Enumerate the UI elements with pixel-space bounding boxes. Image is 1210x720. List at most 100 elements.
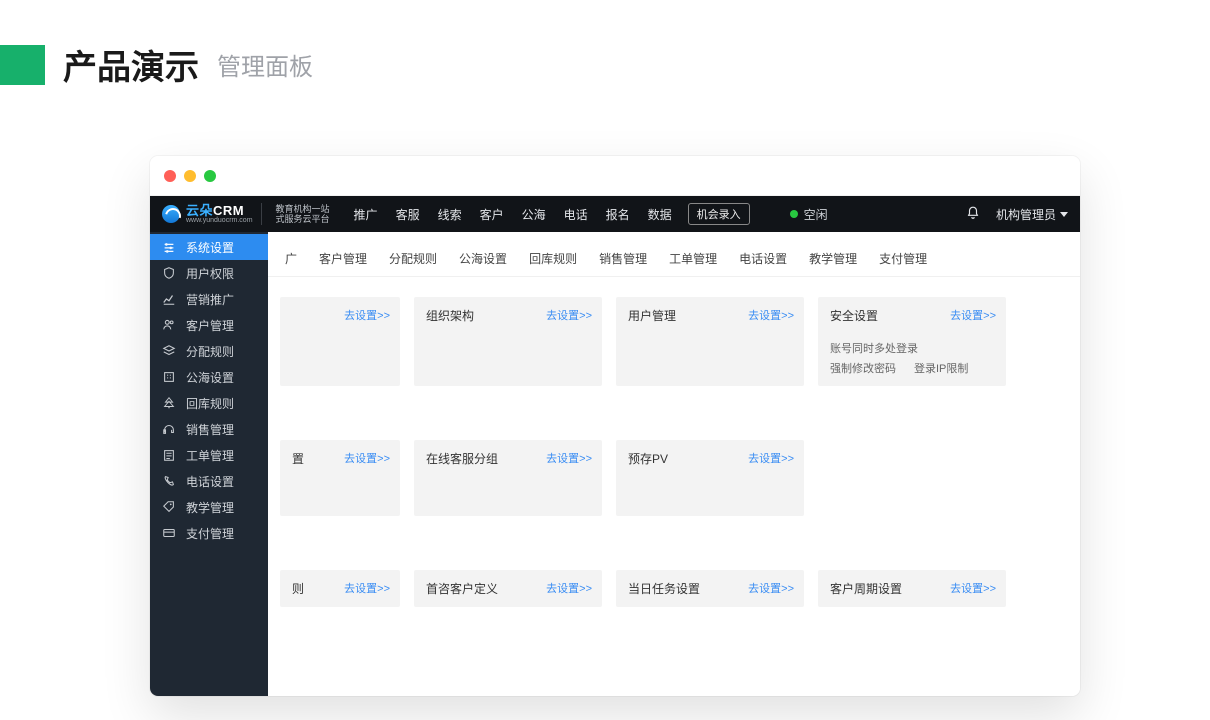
sub-tab[interactable]: 教学管理 bbox=[798, 243, 868, 277]
tag-icon bbox=[162, 500, 176, 514]
tree-icon bbox=[162, 396, 176, 410]
window-close-icon[interactable] bbox=[164, 170, 176, 182]
sidebar-item-label: 回库规则 bbox=[186, 395, 234, 412]
card-body-item: 强制修改密码 bbox=[830, 360, 896, 376]
settings-card: 当日任务设置去设置>> bbox=[616, 570, 804, 607]
brand-logo-icon bbox=[162, 205, 180, 223]
clipboard-icon bbox=[162, 448, 176, 462]
sidebar-item[interactable]: 系统设置 bbox=[150, 234, 268, 260]
sub-tab[interactable]: 分配规则 bbox=[378, 243, 448, 277]
top-menu-item[interactable]: 报名 bbox=[598, 202, 638, 227]
top-nav: 云朵CRM www.yunduocrm.com 教育机构一站 式服务云平台 推广… bbox=[150, 196, 1080, 232]
accent-block bbox=[0, 45, 45, 85]
settings-card: 预存PV去设置>> bbox=[616, 440, 804, 516]
card-row: 置去设置>>在线客服分组去设置>>预存PV去设置>> bbox=[280, 440, 1068, 516]
go-settings-link[interactable]: 去设置>> bbox=[748, 450, 794, 466]
top-menu-item[interactable]: 推广 bbox=[346, 202, 386, 227]
sub-tab[interactable]: 销售管理 bbox=[588, 243, 658, 277]
sidebar-item[interactable]: 教学管理 bbox=[150, 494, 268, 520]
sub-tab[interactable]: 电话设置 bbox=[728, 243, 798, 277]
sidebar-item[interactable]: 回库规则 bbox=[150, 390, 268, 416]
sidebar-item-label: 公海设置 bbox=[186, 369, 234, 386]
top-menu-item[interactable]: 线索 bbox=[430, 202, 470, 227]
card-body: 账号同时多处登录强制修改密码 登录IP限制 bbox=[830, 340, 994, 376]
settings-card: 组织架构去设置>> bbox=[414, 297, 602, 386]
sub-tab[interactable]: 公海设置 bbox=[448, 243, 518, 277]
sub-tab-partial[interactable]: 广 bbox=[280, 243, 308, 277]
sidebar-item[interactable]: 工单管理 bbox=[150, 442, 268, 468]
sidebar-item[interactable]: 电话设置 bbox=[150, 468, 268, 494]
settings-card: 客户周期设置去设置>> bbox=[818, 570, 1006, 607]
go-settings-link[interactable]: 去设置>> bbox=[546, 307, 592, 323]
go-settings-link[interactable]: 去设置>> bbox=[546, 450, 592, 466]
window-zoom-icon[interactable] bbox=[204, 170, 216, 182]
sidebar-item-label: 销售管理 bbox=[186, 421, 234, 438]
brand-tagline: 教育机构一站 式服务云平台 bbox=[276, 204, 330, 225]
go-settings-link[interactable]: 去设置>> bbox=[748, 580, 794, 596]
top-menu-item[interactable]: 电话 bbox=[556, 202, 596, 227]
go-settings-link[interactable]: 去设置>> bbox=[344, 580, 390, 596]
building-icon bbox=[162, 370, 176, 384]
main-content: 广客户管理分配规则公海设置回库规则销售管理工单管理电话设置教学管理支付管理 去设… bbox=[268, 232, 1080, 696]
sub-tab[interactable]: 客户管理 bbox=[308, 243, 378, 277]
sidebar-item-label: 分配规则 bbox=[186, 343, 234, 360]
sidebar-item[interactable]: 用户权限 bbox=[150, 260, 268, 286]
window-minimize-icon[interactable] bbox=[184, 170, 196, 182]
sidebar-item[interactable]: 客户管理 bbox=[150, 312, 268, 338]
sidebar-item[interactable]: 分配规则 bbox=[150, 338, 268, 364]
page-subtitle: 管理面板 bbox=[217, 47, 313, 82]
chart-up-icon bbox=[162, 292, 176, 306]
settings-card: 置去设置>> bbox=[280, 440, 400, 516]
headset-icon bbox=[162, 422, 176, 436]
sidebar-item[interactable]: 营销推广 bbox=[150, 286, 268, 312]
sidebar-item-label: 营销推广 bbox=[186, 291, 234, 308]
bell-icon[interactable] bbox=[966, 206, 980, 223]
phone-icon bbox=[162, 474, 176, 488]
sidebar-item-label: 用户权限 bbox=[186, 265, 234, 282]
go-settings-link[interactable]: 去设置>> bbox=[748, 307, 794, 323]
settings-card: 用户管理去设置>> bbox=[616, 297, 804, 386]
chevron-down-icon bbox=[1060, 212, 1068, 217]
sidebar-item[interactable]: 公海设置 bbox=[150, 364, 268, 390]
go-settings-link[interactable]: 去设置>> bbox=[546, 580, 592, 596]
page-title: 产品演示 bbox=[63, 40, 199, 89]
top-menu-item[interactable]: 公海 bbox=[514, 202, 554, 227]
sub-tab[interactable]: 回库规则 bbox=[518, 243, 588, 277]
go-settings-link[interactable]: 去设置>> bbox=[344, 450, 390, 466]
status-indicator: 空闲 bbox=[790, 206, 828, 223]
brand[interactable]: 云朵CRM www.yunduocrm.com 教育机构一站 式服务云平台 bbox=[162, 203, 330, 225]
sidebar-item[interactable]: 销售管理 bbox=[150, 416, 268, 442]
app-body: 系统设置用户权限营销推广客户管理分配规则公海设置回库规则销售管理工单管理电话设置… bbox=[150, 232, 1080, 696]
status-dot-icon bbox=[790, 210, 798, 218]
user-role-dropdown[interactable]: 机构管理员 bbox=[996, 206, 1068, 223]
sidebar-item-label: 工单管理 bbox=[186, 447, 234, 464]
top-right: 机构管理员 bbox=[966, 206, 1068, 223]
status-label: 空闲 bbox=[804, 206, 828, 223]
sidebar-item-label: 教学管理 bbox=[186, 499, 234, 516]
card-icon bbox=[162, 526, 176, 540]
settings-card: 首咨客户定义去设置>> bbox=[414, 570, 602, 607]
sub-tab[interactable]: 支付管理 bbox=[868, 243, 938, 277]
sub-tab[interactable]: 工单管理 bbox=[658, 243, 728, 277]
sidebar: 系统设置用户权限营销推广客户管理分配规则公海设置回库规则销售管理工单管理电话设置… bbox=[150, 232, 268, 696]
go-settings-link[interactable]: 去设置>> bbox=[950, 580, 996, 596]
page-heading: 产品演示 管理面板 bbox=[0, 0, 1210, 89]
card-groups: 去设置>>组织架构去设置>>用户管理去设置>>安全设置去设置>>账号同时多处登录… bbox=[268, 277, 1080, 607]
sidebar-item[interactable]: 支付管理 bbox=[150, 520, 268, 546]
layers-icon bbox=[162, 344, 176, 358]
brand-text: 云朵CRM www.yunduocrm.com bbox=[186, 204, 253, 224]
shield-icon bbox=[162, 266, 176, 280]
top-menu-item[interactable]: 数据 bbox=[640, 202, 680, 227]
settings-card: 则去设置>> bbox=[280, 570, 400, 607]
go-settings-link[interactable]: 去设置>> bbox=[344, 307, 390, 323]
settings-card: 在线客服分组去设置>> bbox=[414, 440, 602, 516]
app-window: 云朵CRM www.yunduocrm.com 教育机构一站 式服务云平台 推广… bbox=[150, 156, 1080, 696]
top-menu-item[interactable]: 客户 bbox=[472, 202, 512, 227]
go-settings-link[interactable]: 去设置>> bbox=[950, 307, 996, 323]
card-row: 去设置>>组织架构去设置>>用户管理去设置>>安全设置去设置>>账号同时多处登录… bbox=[280, 297, 1068, 386]
top-menu-item[interactable]: 客服 bbox=[388, 202, 428, 227]
card-body-item: 账号同时多处登录 bbox=[830, 340, 918, 356]
card-body-item: 登录IP限制 bbox=[914, 360, 968, 376]
record-button[interactable]: 机会录入 bbox=[688, 203, 750, 225]
settings-card: 去设置>> bbox=[280, 297, 400, 386]
